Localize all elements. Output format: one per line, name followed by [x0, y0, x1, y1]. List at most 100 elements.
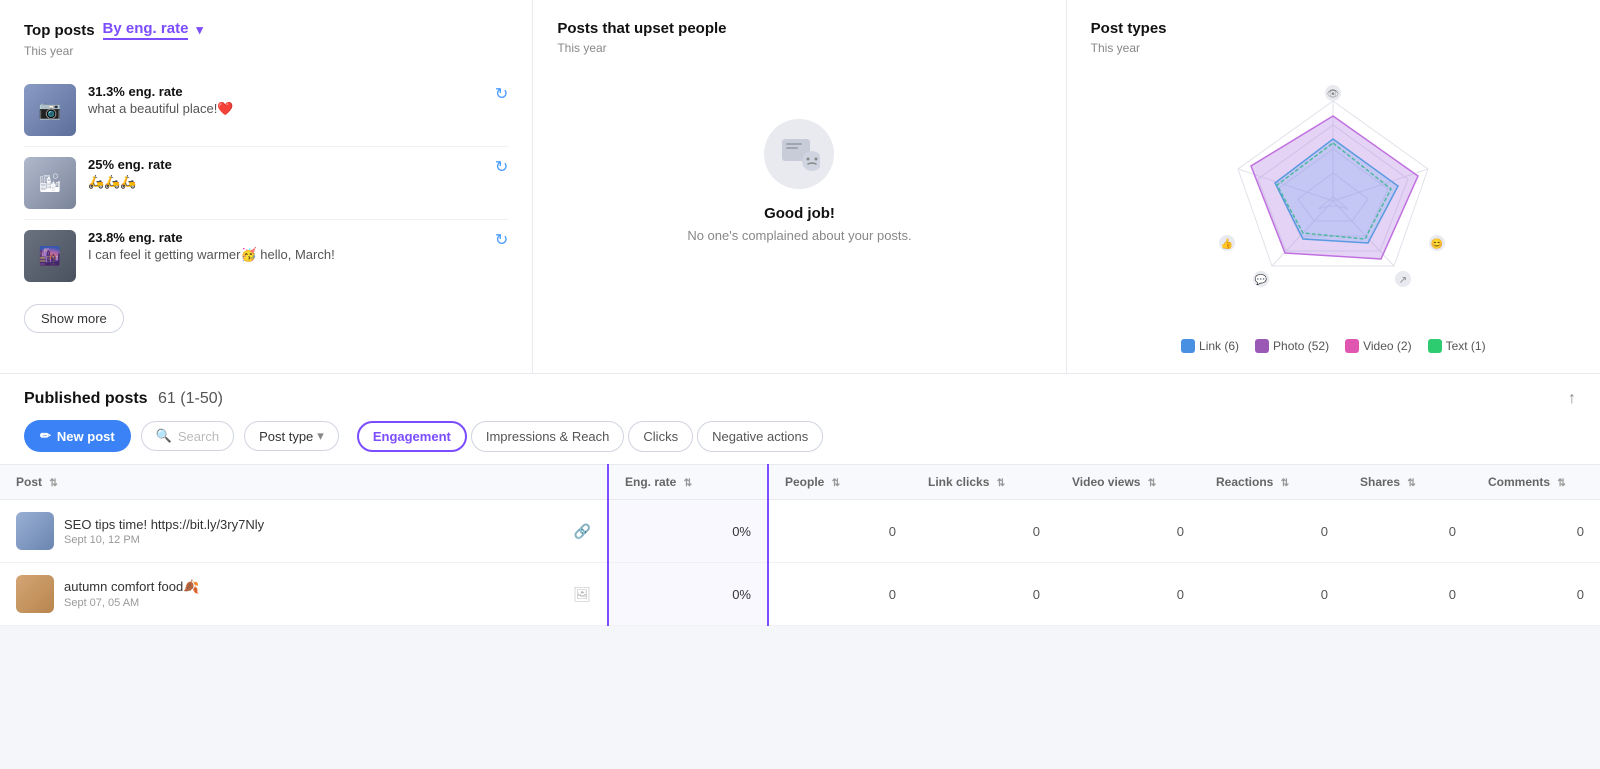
search-placeholder: Search — [178, 429, 219, 444]
post-type-label: Post type — [259, 429, 313, 444]
post-info: 25% eng. rate 🛵🛵🛵 — [88, 157, 483, 190]
sort-icon: ⇅ — [1407, 478, 1415, 489]
post-text: I can feel it getting warmer🥳 hello, Mar… — [88, 247, 483, 263]
sort-icon: ⇅ — [49, 478, 57, 489]
post-cell-content: autumn comfort food🍂 Sept 07, 05 AM 🖼 — [16, 575, 591, 613]
radar-chart-container: 👁 😊 ↗ 💬 👍 — [1091, 71, 1576, 353]
upset-people-title: Posts that upset people — [557, 20, 1041, 37]
published-posts-section: Published posts 61 (1-50) ↑ ✏ New post 🔍… — [0, 374, 1600, 626]
col-header-comments[interactable]: Comments ⇅ — [1472, 465, 1600, 500]
post-info: 31.3% eng. rate what a beautiful place!❤… — [88, 84, 483, 117]
post-cell-date: Sept 07, 05 AM — [64, 597, 555, 609]
new-post-label: New post — [57, 429, 115, 444]
col-linkclicks-label: Link clicks — [928, 475, 989, 489]
post-cell-title: autumn comfort food🍂 — [64, 579, 364, 595]
col-header-engrate[interactable]: Eng. rate ⇅ — [608, 465, 768, 500]
upset-icon — [764, 119, 834, 189]
col-header-reactions[interactable]: Reactions ⇅ — [1200, 465, 1344, 500]
table-row: SEO tips time! https://bit.ly/3ry7Nly Se… — [0, 500, 1600, 563]
post-rate: 25% eng. rate — [88, 157, 483, 172]
post-rate: 23.8% eng. rate — [88, 230, 483, 245]
col-header-people[interactable]: People ⇅ — [768, 465, 912, 500]
col-header-post[interactable]: Post ⇅ — [0, 465, 608, 500]
list-item: 🏙 25% eng. rate 🛵🛵🛵 ↻ — [24, 147, 508, 220]
sort-icon: ⇅ — [684, 478, 692, 489]
top-posts-period: This year — [24, 44, 508, 58]
sort-icon: ⇅ — [832, 478, 840, 489]
chevron-down-icon: ▾ — [317, 428, 324, 444]
upset-title-text: Posts that upset people — [557, 20, 726, 37]
show-more-button[interactable]: Show more — [24, 304, 124, 333]
col-shares-label: Shares — [1360, 475, 1400, 489]
post-type-dropdown[interactable]: Post type ▾ — [244, 421, 339, 451]
tab-clicks[interactable]: Clicks — [628, 421, 693, 452]
post-types-period: This year — [1091, 41, 1576, 55]
video-views-cell: 0 — [1056, 500, 1200, 563]
eng-rate-cell: 0% — [608, 500, 768, 563]
post-rate: 31.3% eng. rate — [88, 84, 483, 99]
post-types-title: Post types — [1091, 20, 1576, 37]
people-cell: 0 — [768, 563, 912, 626]
legend-label-photo: Photo (52) — [1273, 339, 1329, 353]
post-cell-info: SEO tips time! https://bit.ly/3ry7Nly Se… — [64, 517, 556, 546]
post-cell-info: autumn comfort food🍂 Sept 07, 05 AM — [64, 579, 555, 609]
refresh-icon[interactable]: ↻ — [495, 157, 508, 177]
svg-text:💬: 💬 — [1255, 273, 1268, 286]
col-comments-label: Comments — [1488, 475, 1550, 489]
post-cell-title: SEO tips time! https://bit.ly/3ry7Nly — [64, 517, 364, 532]
chevron-down-icon[interactable]: ▾ — [196, 22, 203, 38]
export-icon[interactable]: ↑ — [1568, 390, 1576, 408]
search-box[interactable]: 🔍 Search — [141, 421, 234, 451]
post-info: 23.8% eng. rate I can feel it getting wa… — [88, 230, 483, 263]
post-types-title-text: Post types — [1091, 20, 1167, 37]
sort-icon: ⇅ — [1148, 478, 1156, 489]
eng-rate-cell: 0% — [608, 563, 768, 626]
new-post-button[interactable]: ✏ New post — [24, 420, 131, 452]
published-title: Published posts 61 (1-50) — [24, 390, 223, 408]
refresh-icon[interactable]: ↻ — [495, 84, 508, 104]
empty-state-title: Good job! — [764, 205, 835, 222]
svg-text:😊: 😊 — [1431, 238, 1443, 250]
post-cell-2: autumn comfort food🍂 Sept 07, 05 AM 🖼 — [0, 563, 608, 626]
comments-cell: 0 — [1472, 500, 1600, 563]
post-thumbnail: 🏙 — [24, 157, 76, 209]
post-types-card: Post types This year — [1067, 0, 1600, 373]
posts-table: Post ⇅ Eng. rate ⇅ People ⇅ Link clicks … — [0, 464, 1600, 626]
radar-legend: Link (6) Photo (52) Video (2) Text (1) — [1181, 339, 1486, 353]
tab-negative-actions[interactable]: Negative actions — [697, 421, 823, 452]
col-header-video-views[interactable]: Video views ⇅ — [1056, 465, 1200, 500]
col-people-label: People — [785, 475, 824, 489]
list-item: 🌆 23.8% eng. rate I can feel it getting … — [24, 220, 508, 292]
tab-impressions-reach[interactable]: Impressions & Reach — [471, 421, 625, 452]
upset-people-card: Posts that upset people This year Good j… — [533, 0, 1066, 373]
view-tabs: Engagement Impressions & Reach Clicks Ne… — [357, 421, 823, 452]
shares-cell: 0 — [1344, 500, 1472, 563]
post-text: 🛵🛵🛵 — [88, 174, 483, 190]
link-clicks-cell: 0 — [912, 500, 1056, 563]
link-clicks-cell: 0 — [912, 563, 1056, 626]
published-title-text: Published posts — [24, 390, 148, 407]
sort-icon: ⇅ — [997, 478, 1005, 489]
post-text: what a beautiful place!❤️ — [88, 101, 483, 117]
published-header: Published posts 61 (1-50) ↑ — [0, 374, 1600, 408]
table-row: autumn comfort food🍂 Sept 07, 05 AM 🖼 0%… — [0, 563, 1600, 626]
top-posts-title-text: Top posts — [24, 22, 95, 39]
legend-dot-video — [1345, 339, 1359, 353]
post-cell-content: SEO tips time! https://bit.ly/3ry7Nly Se… — [16, 512, 591, 550]
legend-dot-link — [1181, 339, 1195, 353]
reactions-cell: 0 — [1200, 563, 1344, 626]
col-header-link-clicks[interactable]: Link clicks ⇅ — [912, 465, 1056, 500]
video-views-cell: 0 — [1056, 563, 1200, 626]
shares-cell: 0 — [1344, 563, 1472, 626]
top-posts-title: Top posts By eng. rate ▾ — [24, 20, 508, 40]
post-cell-date: Sept 10, 12 PM — [64, 534, 556, 546]
legend-item-text: Text (1) — [1428, 339, 1486, 353]
svg-text:↗: ↗ — [1399, 275, 1407, 286]
eng-rate-filter[interactable]: By eng. rate — [103, 20, 189, 40]
col-engrate-label: Eng. rate — [625, 475, 676, 489]
legend-dot-text — [1428, 339, 1442, 353]
tab-engagement[interactable]: Engagement — [357, 421, 467, 452]
refresh-icon[interactable]: ↻ — [495, 230, 508, 250]
col-header-shares[interactable]: Shares ⇅ — [1344, 465, 1472, 500]
upset-empty-state: Good job! No one's complained about your… — [557, 71, 1041, 291]
